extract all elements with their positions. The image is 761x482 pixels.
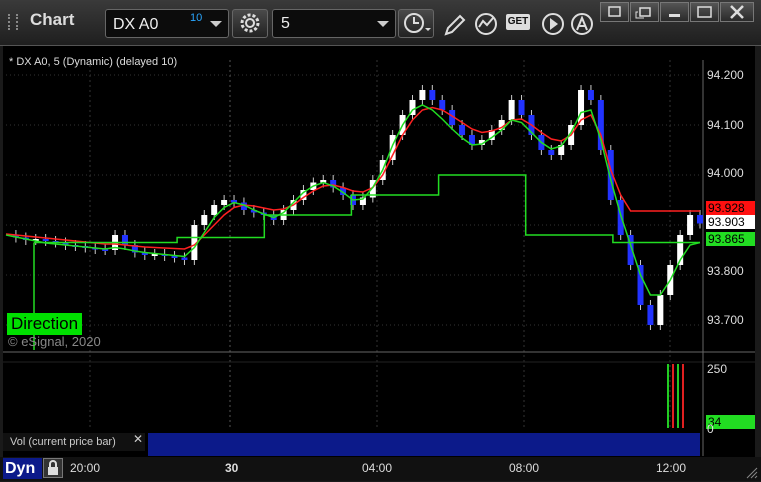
time-axis-label: 20:00 (70, 461, 101, 475)
volume-bar (682, 364, 684, 428)
candle-body (508, 100, 515, 120)
volume-axis-top: 250 (707, 362, 728, 376)
direction-label: Direction (7, 313, 83, 335)
time-axis-label: 12:00 (656, 461, 687, 475)
volume-bar (677, 364, 679, 428)
last-price-tag: 93.903 (706, 215, 755, 229)
time-axis-label: 04:00 (362, 461, 393, 475)
candle-body (657, 295, 664, 325)
lock-icon (48, 460, 58, 475)
candle-body (221, 200, 228, 205)
time-axis-label: 30 (225, 461, 239, 475)
time-axis-label: 08:00 (509, 461, 540, 475)
candle-body (429, 90, 436, 100)
candle-body (181, 257, 188, 260)
close-icon[interactable]: ✕ (133, 432, 143, 446)
price-axis-label: 93.700 (707, 313, 744, 327)
volume-bar (672, 364, 674, 428)
price-axis-label: 94.200 (707, 68, 744, 82)
lock-button[interactable] (43, 458, 63, 478)
volume-bar (667, 364, 669, 428)
candle-body (42, 239, 49, 241)
green-line-price-tag: 93.865 (706, 232, 755, 246)
volume-panel-bar[interactable] (148, 433, 700, 456)
candle-body (419, 90, 426, 100)
candle-body (548, 150, 555, 155)
candle-body (121, 235, 128, 245)
volume-axis-bottom: 0 (707, 422, 714, 436)
resize-grip-icon[interactable] (745, 467, 759, 479)
candle-body (687, 215, 694, 235)
candle-body (439, 100, 446, 110)
volume-panel-label: Vol (current price bar) (3, 433, 145, 451)
red-line-price-tag: 93.928 (706, 201, 755, 215)
green-average-line (5, 104, 701, 296)
red-average-line (5, 106, 700, 250)
candle-body (201, 215, 208, 225)
candle-body (587, 90, 594, 100)
dynamic-button[interactable]: Dyn (3, 458, 42, 479)
price-chart (3, 60, 755, 456)
candle-body (211, 205, 218, 215)
price-axis-label: 94.100 (707, 118, 744, 132)
candle-body (459, 125, 466, 135)
price-axis-label: 93.800 (707, 264, 744, 278)
stepped-support-line (34, 174, 700, 244)
price-axis-label: 94.000 (707, 166, 744, 180)
candle-body (697, 215, 703, 224)
candle-body (647, 305, 654, 325)
candle-body (518, 100, 525, 115)
chart-legend: * DX A0, 5 (Dynamic) (delayed 10) (9, 56, 178, 68)
copyright-text: © eSignal, 2020 (8, 334, 101, 349)
